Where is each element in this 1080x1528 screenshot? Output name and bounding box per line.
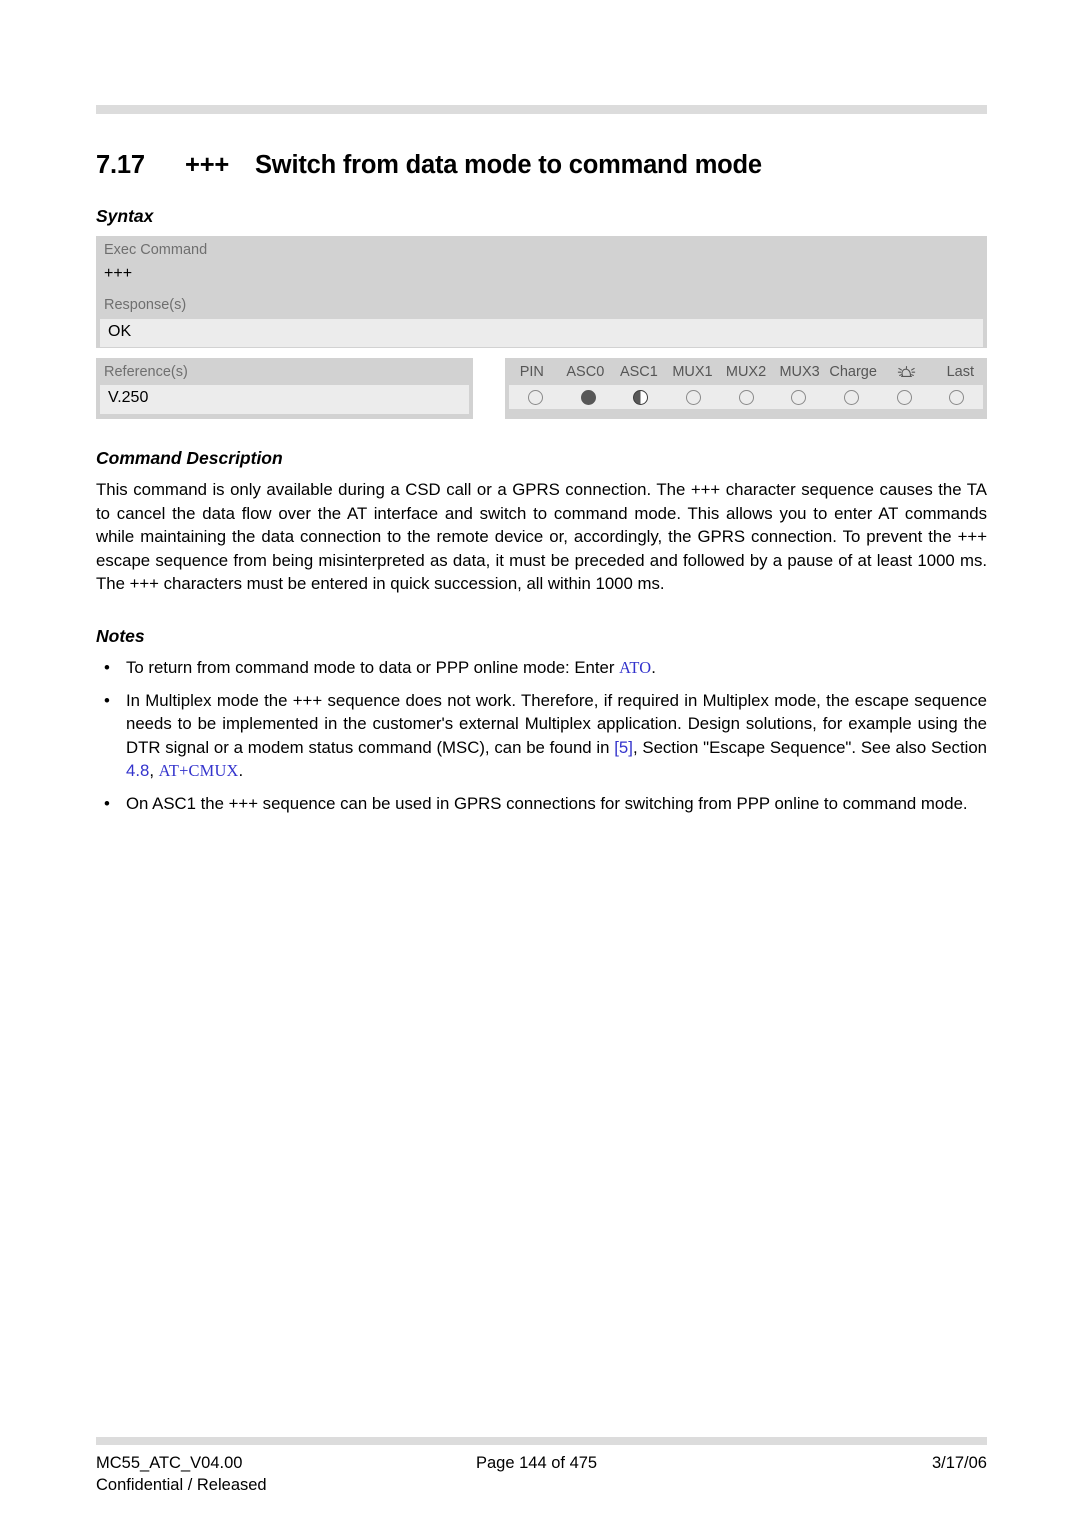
indicator-cell-asc0 <box>562 390 615 405</box>
page-footer: MC55_ATC_V04.00 Page 144 of 475 3/17/06 … <box>96 1437 987 1495</box>
status-dot-empty <box>527 390 543 405</box>
indicator-cell-mux2 <box>720 390 773 405</box>
indicator-cell-pin <box>509 390 562 405</box>
reference-indicator-row: Reference(s) V.250 PIN ASC0 ASC1 MUX1 MUX2 MU… <box>96 358 987 419</box>
syntax-table: Exec Command +++ Response(s) OK <box>96 236 987 348</box>
footer-rule <box>96 1437 987 1445</box>
note-text: , <box>149 761 159 781</box>
indicator-header-mux3: MUX3 <box>779 364 820 380</box>
reference-table: Reference(s) V.250 <box>96 358 473 419</box>
page-title: 7.17 +++ Switch from data mode to command … <box>96 151 987 180</box>
note-text: , Section "Escape Sequence". See also Se… <box>632 737 987 757</box>
indicator-header-asc0: ASC0 <box>566 364 605 380</box>
note-bullet: • <box>104 793 110 813</box>
exec-command-label: Exec Command <box>96 236 987 263</box>
exec-command-value: +++ <box>96 263 987 291</box>
footer-date: 3/17/06 <box>931 1454 987 1472</box>
indicator-header-mux1: MUX1 <box>672 364 713 380</box>
indicator-cell-asc1 <box>614 390 667 405</box>
indicator-table: PIN ASC0 ASC1 MUX1 MUX2 MUX3 Charge Last <box>505 358 987 419</box>
alarm-icon <box>880 358 934 385</box>
note-item: • To return from command mode to data or … <box>96 656 987 680</box>
note-bullet: • <box>104 657 110 677</box>
footer-row: MC55_ATC_V04.00 Page 144 of 475 3/17/06 <box>96 1454 987 1473</box>
footer-document-id: MC55_ATC_V04.00 <box>96 1454 243 1472</box>
note-link[interactable]: AT+CMUX <box>159 761 239 780</box>
indicator-cell-alarm-icon <box>878 390 931 405</box>
indicator-cell-mux1 <box>667 390 720 405</box>
section-title-text: Switch from data mode to command mode <box>255 151 762 179</box>
section-command: +++ <box>185 151 230 179</box>
indicator-header-mux2: MUX2 <box>725 364 767 380</box>
syntax-heading: Syntax <box>96 206 154 226</box>
status-dot-empty <box>843 390 859 405</box>
response-label: Response(s) <box>96 291 987 318</box>
table-gap <box>473 358 505 419</box>
status-dot-empty <box>896 390 912 405</box>
indicator-header-row: PIN ASC0 ASC1 MUX1 MUX2 MUX3 Charge Last <box>505 358 987 385</box>
note-link[interactable]: ATO <box>619 658 651 677</box>
indicator-cell-last <box>930 390 983 405</box>
note-link[interactable]: [5] <box>614 738 633 757</box>
note-bullet: • <box>104 690 110 710</box>
note-link[interactable]: 4.8 <box>126 761 149 780</box>
reference-value: V.250 <box>100 385 469 414</box>
note-text: . <box>238 761 244 781</box>
syntax-block: Exec Command +++ Response(s) OK Referenc… <box>96 236 987 419</box>
indicator-header-last: Last <box>946 364 974 380</box>
status-dot-half <box>633 390 649 405</box>
note-item: • In Multiplex mode the +++ sequence does… <box>96 689 987 783</box>
reference-label: Reference(s) <box>104 364 188 380</box>
header-rule <box>96 105 987 114</box>
command-description-heading: Command Description <box>96 448 283 468</box>
notes-list: • To return from command mode to data or … <box>96 656 987 816</box>
document-page: 7.17 +++ Switch from data mode to command … <box>96 0 987 1528</box>
footer-page-info: Page 144 of 475 <box>476 1454 598 1472</box>
response-value: OK <box>100 318 983 348</box>
status-dot-full <box>580 390 596 405</box>
indicator-header-charge: Charge <box>829 364 877 380</box>
footer-classification: Confidential / Released <box>96 1476 267 1494</box>
note-text: To return from command mode to data or P… <box>126 657 620 677</box>
indicator-body-row <box>509 385 983 409</box>
notes-heading: Notes <box>96 625 145 646</box>
command-description-paragraph: This command is only available during a … <box>96 480 987 594</box>
note-text: On ASC1 the +++ sequence can be used in … <box>126 793 968 813</box>
status-dot-empty <box>949 390 965 405</box>
status-dot-empty <box>791 390 807 405</box>
status-dot-empty <box>685 390 701 405</box>
indicator-cell-charge <box>825 390 878 405</box>
note-item: • On ASC1 the +++ sequence can be used in… <box>96 792 987 816</box>
status-dot-empty <box>738 390 754 405</box>
section-number: 7.17 <box>96 151 145 179</box>
indicator-header-asc1: ASC1 <box>619 364 658 380</box>
note-text: . <box>651 657 656 677</box>
indicator-cell-mux3 <box>772 390 825 405</box>
indicator-header-pin: PIN <box>519 364 544 380</box>
